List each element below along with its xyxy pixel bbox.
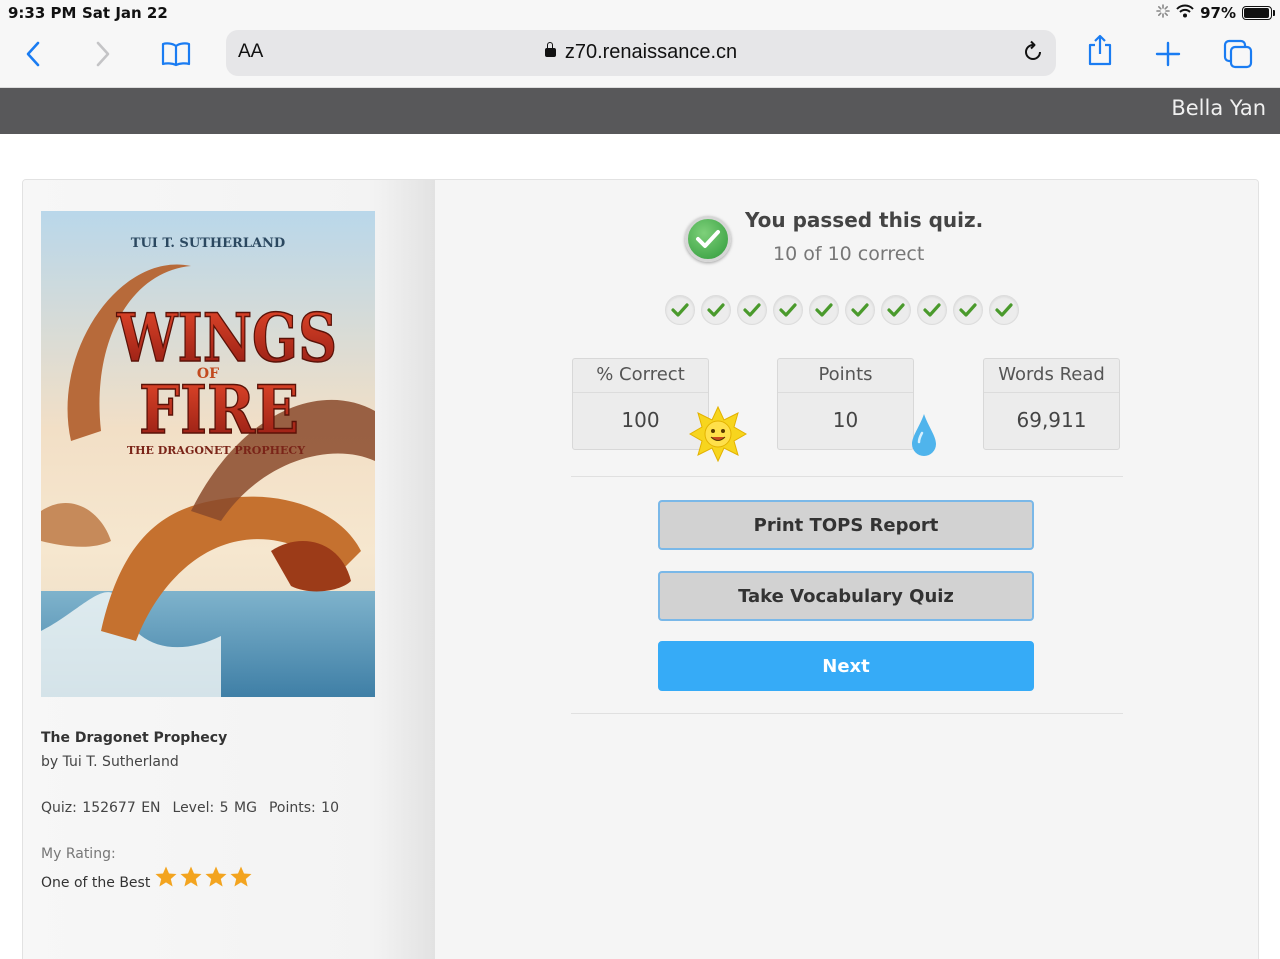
cover-author: TUI T. SUTHERLAND bbox=[131, 236, 285, 251]
browser-toolbar: AA z70.renaissance.cn bbox=[0, 26, 1280, 88]
book-cover: TUI T. SUTHERLAND WINGS OF FIRE THE DRAG… bbox=[41, 211, 375, 697]
question-check-icon bbox=[665, 295, 695, 325]
battery-icon bbox=[1242, 6, 1275, 20]
star-icon bbox=[229, 865, 253, 893]
address-bar[interactable]: AA z70.renaissance.cn bbox=[226, 30, 1056, 76]
star-icon bbox=[179, 865, 203, 893]
pass-subtitle: 10 of 10 correct bbox=[773, 243, 925, 265]
book-panel: TUI T. SUTHERLAND WINGS OF FIRE THE DRAG… bbox=[23, 180, 435, 959]
question-check-icon bbox=[809, 295, 839, 325]
reload-icon[interactable] bbox=[1020, 39, 1046, 69]
stat-words-read: Words Read 69,911 bbox=[983, 358, 1120, 450]
cover-subtitle: THE DRAGONET PROPHECY bbox=[127, 444, 305, 457]
rating-value: One of the Best bbox=[41, 875, 151, 891]
cover-title-wings: WINGS bbox=[116, 299, 337, 377]
bookmarks-icon[interactable] bbox=[158, 36, 194, 72]
book-author: by Tui T. Sutherland bbox=[41, 754, 179, 770]
star-icon bbox=[154, 865, 178, 893]
battery-percent: 97% bbox=[1200, 4, 1236, 22]
status-bar: 9:33 PM Sat Jan 22 97% bbox=[0, 0, 1280, 26]
quiz-result-card: TUI T. SUTHERLAND WINGS OF FIRE THE DRAG… bbox=[22, 179, 1259, 959]
book-meta: Quiz: 152677 EN Level: 5 MG Points: 10 bbox=[41, 800, 351, 816]
pass-check-icon bbox=[685, 216, 731, 262]
water-drop-icon bbox=[910, 412, 938, 462]
divider bbox=[571, 476, 1123, 477]
share-icon[interactable] bbox=[1082, 32, 1118, 68]
forward-icon[interactable] bbox=[84, 36, 120, 72]
cover-title-fire: FIRE bbox=[139, 371, 299, 449]
rating-stars bbox=[154, 865, 253, 893]
take-vocabulary-quiz-button[interactable]: Take Vocabulary Quiz bbox=[658, 571, 1034, 621]
sun-icon bbox=[688, 405, 748, 467]
rating-label: My Rating: bbox=[41, 846, 116, 862]
app-header: Bella Yan bbox=[0, 88, 1280, 134]
question-check-icon bbox=[917, 295, 947, 325]
question-check-icon bbox=[737, 295, 767, 325]
star-icon bbox=[204, 865, 228, 893]
stat-points: Points 10 bbox=[777, 358, 914, 450]
user-name[interactable]: Bella Yan bbox=[1171, 96, 1266, 120]
next-button[interactable]: Next bbox=[658, 641, 1034, 691]
stat-label: Words Read bbox=[984, 359, 1119, 393]
question-check-icon bbox=[953, 295, 983, 325]
tabs-icon[interactable] bbox=[1220, 36, 1256, 72]
pass-title: You passed this quiz. bbox=[745, 208, 984, 232]
url-text[interactable]: z70.renaissance.cn bbox=[226, 41, 1056, 64]
stat-label: Points bbox=[778, 359, 913, 393]
stat-value: 69,911 bbox=[1016, 408, 1087, 432]
question-check-icon bbox=[989, 295, 1019, 325]
question-check-icon bbox=[701, 295, 731, 325]
lock-icon bbox=[544, 42, 556, 57]
question-check-icon bbox=[845, 295, 875, 325]
book-level: Level: 5 MG bbox=[172, 800, 257, 816]
status-right: 97% bbox=[1156, 4, 1275, 22]
divider bbox=[571, 713, 1123, 714]
back-icon[interactable] bbox=[16, 36, 52, 72]
stat-label: % Correct bbox=[573, 359, 708, 393]
results-panel: You passed this quiz. 10 of 10 correct %… bbox=[435, 180, 1258, 959]
wifi-icon bbox=[1176, 4, 1194, 22]
status-date: Sat Jan 22 bbox=[82, 4, 168, 22]
print-tops-report-button[interactable]: Print TOPS Report bbox=[658, 500, 1034, 550]
book-title: The Dragonet Prophecy bbox=[41, 730, 228, 746]
quiz-number: Quiz: 152677 EN bbox=[41, 800, 161, 816]
question-check-icon bbox=[881, 295, 911, 325]
question-checks bbox=[665, 295, 1019, 325]
book-points: Points: 10 bbox=[268, 800, 339, 816]
question-check-icon bbox=[773, 295, 803, 325]
stat-value: 10 bbox=[832, 408, 859, 432]
url-value: z70.renaissance.cn bbox=[564, 41, 738, 63]
spinner-icon bbox=[1156, 4, 1170, 22]
new-tab-icon[interactable] bbox=[1150, 36, 1186, 72]
status-time: 9:33 PM bbox=[8, 4, 77, 22]
